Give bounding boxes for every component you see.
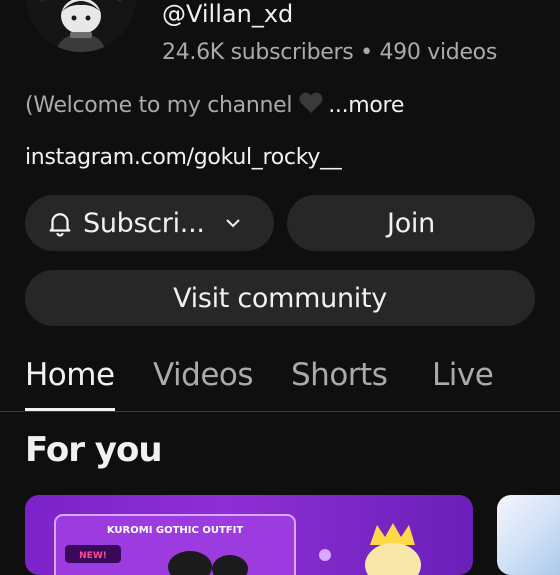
channel-link[interactable]: instagram.com/gokul_rocky__: [25, 143, 342, 173]
bell-icon: [45, 208, 75, 238]
channel-handle: @Villan_xd: [162, 0, 294, 28]
black-heart-icon: [298, 92, 324, 123]
channel-description[interactable]: (Welcome to my channel ...more: [25, 91, 404, 123]
thumbnail-artwork: KUROMI GOTHIC OUTFIT NEW!: [54, 514, 421, 575]
video-thumbnail-next[interactable]: [497, 495, 560, 575]
description-text: (Welcome to my channel: [25, 93, 293, 118]
tab-videos[interactable]: Videos: [153, 352, 254, 398]
more-link[interactable]: ...more: [328, 93, 404, 118]
channel-avatar[interactable]: [26, 0, 136, 52]
subscribe-label: Subscri...: [83, 207, 205, 239]
tab-live[interactable]: Live: [432, 352, 494, 398]
channel-tabs: Home Videos Shorts Live: [0, 352, 560, 412]
thumbnail-title: KUROMI GOTHIC OUTFIT: [107, 525, 243, 536]
join-label: Join: [387, 207, 435, 239]
channel-stats: 24.6K subscribers • 490 videos: [162, 40, 497, 65]
visit-community-button[interactable]: Visit community: [25, 270, 535, 326]
tab-shorts[interactable]: Shorts: [291, 352, 388, 398]
video-thumbnail[interactable]: KUROMI GOTHIC OUTFIT NEW!: [25, 495, 473, 575]
join-button[interactable]: Join: [287, 195, 535, 251]
tab-home[interactable]: Home: [25, 352, 115, 398]
chevron-down-icon: [223, 213, 243, 233]
section-title: For you: [25, 430, 163, 470]
avatar-image: [26, 0, 136, 52]
subscribe-button[interactable]: Subscri...: [25, 195, 274, 251]
visit-community-label: Visit community: [173, 282, 387, 314]
tabs-divider: [0, 411, 560, 412]
